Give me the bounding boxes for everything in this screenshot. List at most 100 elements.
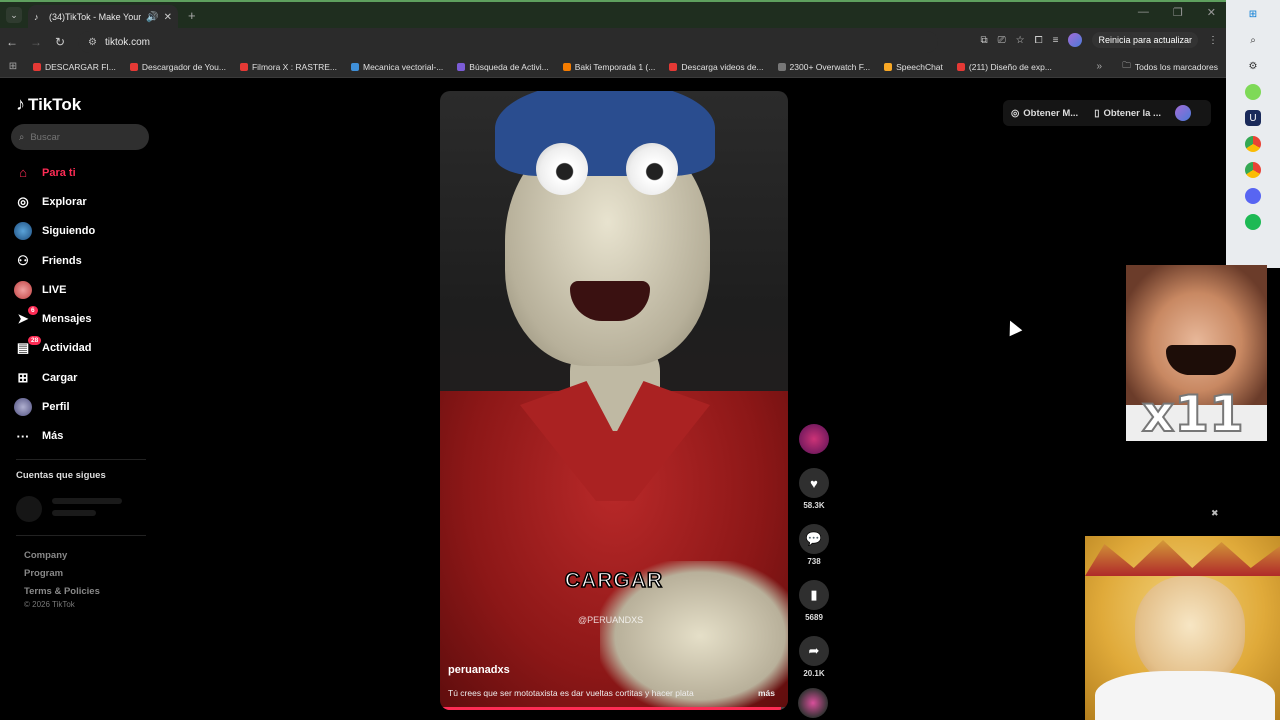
sidebar-footer: Company Program Terms & Policies: [24, 547, 100, 601]
restore-icon[interactable]: ❐: [1173, 6, 1183, 19]
get-app-button[interactable]: ▯ Obtener la ...: [1086, 108, 1169, 119]
sidebar-item-label: Actividad: [42, 342, 92, 355]
bookmark-label: Mecanica vectorial-...: [362, 61, 444, 72]
notification-badge: 28: [28, 335, 42, 345]
like-action[interactable]: ♥ 58.3K: [798, 468, 830, 510]
bookmark-item[interactable]: DESCARGAR FI...: [26, 62, 123, 72]
sidebar-item-explorar[interactable]: ◎ Explorar: [14, 187, 154, 216]
sidebar-item-label: Perfil: [42, 401, 70, 414]
browser-tab[interactable]: ♪ (34)TikTok - Make Your Day 🔊 ✕: [28, 5, 178, 29]
sidebar-item-mensajes[interactable]: ➤ 6 Mensajes: [14, 304, 154, 333]
forward-icon[interactable]: →: [24, 35, 48, 49]
share-icon[interactable]: ➦: [799, 636, 829, 666]
media-controls-icon[interactable]: ≡: [1053, 35, 1059, 46]
sidebar-item-más[interactable]: ··· Más: [14, 422, 154, 451]
creator-avatar[interactable]: [799, 424, 829, 454]
extensions-icon[interactable]: ⧠: [1035, 35, 1043, 46]
sidebar-item-friends[interactable]: ⚇ Friends: [14, 246, 154, 275]
dog-overlay: [1085, 536, 1280, 720]
video-progress-bar[interactable]: [440, 707, 788, 710]
heart-icon[interactable]: ♥: [799, 468, 829, 498]
video-actions: ♥ 58.3K 💬 738 ▮ 5689 ➦ 20.1K: [798, 424, 830, 718]
site-info-icon[interactable]: ⚙: [88, 37, 97, 48]
comment-icon[interactable]: 💬: [799, 524, 829, 554]
window-close-icon[interactable]: ✕: [1207, 6, 1216, 19]
menu-kebab-icon[interactable]: ⋮: [1208, 35, 1218, 46]
bookmark-item[interactable]: Descargador de You...: [123, 62, 233, 72]
footer-terms-link[interactable]: Terms & Policies: [24, 583, 100, 601]
tab-search-button[interactable]: ⌄: [6, 7, 22, 23]
cloud-app-icon[interactable]: [1245, 84, 1261, 100]
speaker-icon[interactable]: 🔊: [146, 12, 158, 23]
comment-action[interactable]: 💬 738: [798, 524, 830, 566]
discord-icon[interactable]: [1245, 188, 1261, 204]
bookmark-item[interactable]: SpeechChat: [877, 62, 950, 72]
bookmark-star-icon[interactable]: ☆: [1016, 35, 1025, 46]
video-more-button[interactable]: más: [758, 688, 775, 698]
sidebar-item-perfil[interactable]: Perfil: [14, 392, 154, 421]
search-icon[interactable]: ⌕: [1245, 32, 1261, 48]
home-icon: ⌂: [19, 165, 27, 181]
sidebar-item-label: Friends: [42, 254, 82, 267]
tiktok-logo[interactable]: ♪ TikTok: [16, 94, 81, 115]
video-player[interactable]: CARGAR @PERUANDXS peruanadxs Tú crees qu…: [440, 91, 788, 710]
profile-avatar: [14, 398, 32, 417]
save-action[interactable]: ▮ 5689: [798, 580, 830, 622]
sidebar-item-cargar[interactable]: ⊞ Cargar: [14, 363, 154, 392]
bookmark-item[interactable]: (211) Diseño de exp...: [950, 62, 1059, 72]
profile-avatar[interactable]: [1068, 33, 1083, 47]
video-scene-eye: [626, 143, 678, 195]
footer-company-link[interactable]: Company: [24, 547, 100, 565]
bookmark-favicon-icon: [129, 62, 138, 71]
music-disc-icon[interactable]: [798, 688, 828, 718]
windows-logo-icon[interactable]: ⊞: [1245, 6, 1261, 22]
more-bookmarks-icon[interactable]: »: [1096, 61, 1102, 72]
save-count: 5689: [805, 613, 823, 622]
reload-icon[interactable]: ↻: [48, 35, 72, 49]
apps-grid-icon[interactable]: ⊞: [0, 61, 26, 72]
overlay-close-icon[interactable]: ✖: [1211, 508, 1219, 519]
new-tab-button[interactable]: +: [188, 8, 196, 23]
bookmark-label: 2300+ Overwatch F...: [789, 61, 871, 72]
back-icon[interactable]: ←: [0, 35, 24, 49]
bookmark-item[interactable]: Descarga videos de...: [662, 62, 770, 72]
avatar-image: [14, 222, 32, 241]
search-input[interactable]: [30, 131, 131, 143]
sidebar-item-siguiendo[interactable]: Siguiendo: [14, 217, 154, 246]
chrome-icon[interactable]: [1245, 136, 1261, 152]
install-icon[interactable]: ⎚: [998, 35, 1006, 46]
address-bar[interactable]: ⚙ tiktok.com: [78, 31, 938, 53]
user-avatar[interactable]: [1174, 105, 1191, 121]
sidebar-item-para-ti[interactable]: ⌂ Para ti: [14, 158, 154, 187]
sidebar-item-actividad[interactable]: ▤ 28 Actividad: [14, 334, 154, 363]
bookmark-icon[interactable]: ▮: [799, 580, 829, 610]
minimize-icon[interactable]: —: [1138, 6, 1149, 19]
bookmark-item[interactable]: Mecanica vectorial-...: [344, 62, 450, 72]
video-progress-fill: [440, 707, 782, 710]
tab-close-icon[interactable]: ✕: [164, 12, 172, 23]
footer-program-link[interactable]: Program: [24, 565, 100, 583]
bookmark-item[interactable]: Filmora X : RASTRE...: [233, 62, 344, 72]
video-watermark: @PERUANDXS: [578, 615, 644, 625]
get-coins-button[interactable]: ◎ Obtener M...: [1003, 108, 1086, 119]
spotify-icon[interactable]: [1245, 214, 1261, 230]
bookmark-favicon-icon: [884, 62, 893, 71]
update-button[interactable]: Reinicia para actualizar: [1092, 32, 1198, 48]
translate-icon[interactable]: ⧉: [981, 35, 988, 46]
search-box[interactable]: ⌕: [11, 124, 149, 150]
sidebar-item-live[interactable]: LIVE: [14, 275, 154, 304]
bookmark-item[interactable]: 2300+ Overwatch F...: [771, 62, 878, 72]
sidebar-item-label: Explorar: [42, 195, 87, 208]
share-action[interactable]: ➦ 20.1K: [798, 636, 830, 678]
chrome-profile-icon[interactable]: [1245, 162, 1261, 178]
bookmark-label: Baki Temporada 1 (...: [574, 61, 656, 72]
skeleton-line: [52, 498, 122, 504]
u-app-icon[interactable]: U: [1245, 110, 1261, 126]
bookmark-item[interactable]: Búsqueda de Activi...: [450, 62, 555, 72]
video-username[interactable]: peruanadxs: [448, 664, 510, 676]
all-bookmarks-button[interactable]: 🗀 Todos los marcadores: [1122, 60, 1218, 74]
video-scene-cap: [495, 91, 715, 176]
bookmark-item[interactable]: Baki Temporada 1 (...: [556, 62, 663, 72]
settings-icon[interactable]: ⚙: [1245, 58, 1261, 74]
sidebar-item-label: LIVE: [42, 283, 67, 296]
